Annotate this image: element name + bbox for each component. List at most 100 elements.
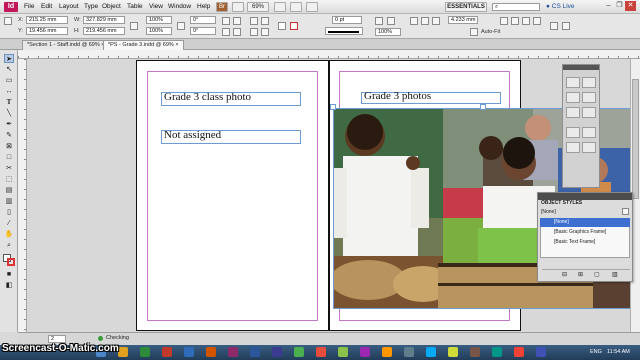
stroke-panel-icon[interactable] bbox=[582, 92, 596, 103]
selection-tool-icon[interactable]: ➤ bbox=[4, 54, 14, 63]
style-item-basic-graphics-frame[interactable]: [Basic Graphics Frame] bbox=[540, 228, 630, 237]
apply-color-icon[interactable]: ■ bbox=[4, 270, 14, 279]
view-options-button[interactable] bbox=[274, 2, 286, 12]
minimize-button[interactable]: – bbox=[603, 1, 614, 11]
rectangle-frame-tool-icon[interactable]: ⊠ bbox=[4, 142, 14, 151]
dock-header[interactable] bbox=[563, 65, 599, 70]
menu-table[interactable]: Table bbox=[127, 3, 143, 10]
normal-mode-icon[interactable]: ◧ bbox=[4, 281, 14, 290]
eyedropper-tool-icon[interactable]: ⁄ bbox=[4, 219, 14, 228]
powerpoint-icon[interactable] bbox=[206, 347, 216, 357]
flip-horizontal-icon[interactable] bbox=[222, 28, 230, 36]
direct-selection-tool-icon[interactable]: ↖ bbox=[4, 65, 14, 74]
scale-lock-icon[interactable] bbox=[177, 22, 185, 30]
color-panel-icon[interactable] bbox=[566, 107, 580, 118]
app-icon-20[interactable] bbox=[536, 347, 546, 357]
scale-y-field[interactable]: 100% bbox=[146, 27, 172, 35]
bridge-button[interactable]: Br bbox=[216, 2, 228, 12]
frame-handle-top[interactable] bbox=[480, 104, 486, 110]
scale-x-field[interactable]: 100% bbox=[146, 16, 172, 24]
height-field[interactable]: 219.456 mm bbox=[83, 27, 125, 35]
acrobat-icon[interactable] bbox=[162, 347, 172, 357]
select-container-icon[interactable] bbox=[250, 17, 258, 25]
word-icon[interactable] bbox=[250, 347, 260, 357]
wrap-bounding-icon[interactable] bbox=[421, 17, 429, 25]
fill-frame-icon[interactable] bbox=[533, 17, 541, 25]
panel-title[interactable]: OBJECT STYLES bbox=[541, 200, 582, 206]
select-previous-icon[interactable] bbox=[250, 28, 258, 36]
app-icon-13[interactable] bbox=[382, 347, 392, 357]
text-frame-class-photo[interactable]: Grade 3 class photo bbox=[161, 91, 301, 106]
menu-layout[interactable]: Layout bbox=[59, 3, 79, 10]
gap-tool-icon[interactable]: ↔ bbox=[4, 87, 14, 96]
vertical-ruler[interactable] bbox=[18, 59, 27, 332]
reference-point-icon[interactable] bbox=[4, 17, 12, 25]
fit-content-frame-icon[interactable] bbox=[500, 17, 508, 25]
restore-button[interactable]: ❐ bbox=[614, 1, 625, 11]
rectangle-tool-icon[interactable]: □ bbox=[4, 153, 14, 162]
outlook-icon[interactable] bbox=[184, 347, 194, 357]
pen-tool-icon[interactable]: ✒ bbox=[4, 120, 14, 129]
align-panel-icon[interactable] bbox=[582, 142, 596, 153]
app-icon-16[interactable] bbox=[448, 347, 458, 357]
horizontal-ruler[interactable] bbox=[18, 50, 640, 59]
close-icon[interactable]: × bbox=[175, 42, 178, 48]
stroke-swatch[interactable] bbox=[290, 22, 298, 30]
line-tool-icon[interactable]: ╲ bbox=[4, 109, 14, 118]
app-icon-11[interactable] bbox=[338, 347, 348, 357]
text-wrap-icon[interactable] bbox=[566, 142, 580, 153]
free-transform-tool-icon[interactable]: ⬚ bbox=[4, 175, 14, 184]
gradient-feather-tool-icon[interactable]: ▥ bbox=[4, 197, 14, 206]
menu-file[interactable]: File bbox=[24, 3, 34, 10]
app-icon-12[interactable] bbox=[360, 347, 370, 357]
effects-icon[interactable] bbox=[375, 17, 383, 25]
autofit-checkbox[interactable] bbox=[470, 28, 478, 36]
quick-apply-icon[interactable] bbox=[550, 22, 558, 30]
rotate-field[interactable]: 0° bbox=[190, 16, 216, 24]
scissors-tool-icon[interactable]: ✂ bbox=[4, 164, 14, 173]
zoom-select[interactable]: 69% bbox=[247, 2, 269, 12]
app-icon-9[interactable] bbox=[294, 347, 304, 357]
delete-style-icon[interactable]: ▥ bbox=[612, 271, 618, 278]
note-tool-icon[interactable]: ▯ bbox=[4, 208, 14, 217]
zoom-tool-icon[interactable]: ⌕ bbox=[4, 241, 14, 250]
frame-handle-top-left[interactable] bbox=[330, 104, 336, 110]
page-number-field[interactable]: 2 bbox=[48, 335, 66, 343]
app-icon-10[interactable] bbox=[316, 347, 326, 357]
width-field[interactable]: 327.829 mm bbox=[83, 16, 125, 24]
language-indicator[interactable]: ENG bbox=[590, 349, 602, 355]
clear-overrides-icon[interactable]: ⊟ bbox=[562, 271, 567, 278]
fill-swatch[interactable] bbox=[278, 22, 286, 30]
scrollbar-thumb[interactable] bbox=[632, 79, 639, 199]
hand-tool-icon[interactable]: ✋ bbox=[4, 230, 14, 239]
menu-object[interactable]: Object bbox=[102, 3, 121, 10]
fit-frame-content-icon[interactable] bbox=[511, 17, 519, 25]
app-icon-15[interactable] bbox=[426, 347, 436, 357]
app-icon-19[interactable] bbox=[514, 347, 524, 357]
select-content-icon[interactable] bbox=[261, 17, 269, 25]
width-measure-field[interactable]: 4.233 mm bbox=[448, 16, 478, 24]
indesign-icon[interactable] bbox=[228, 347, 238, 357]
new-object-style-icon[interactable]: ▢ bbox=[594, 271, 600, 278]
type-tool-icon[interactable]: T bbox=[4, 98, 14, 107]
rotate-cw-icon[interactable] bbox=[222, 17, 230, 25]
tab-ps-grade-3[interactable]: *PS - Grade 3.indd @ 69% × bbox=[103, 40, 184, 50]
excel-icon[interactable] bbox=[140, 347, 150, 357]
text-frame-not-assigned[interactable]: Not assigned bbox=[161, 129, 301, 144]
menu-view[interactable]: View bbox=[149, 3, 163, 10]
constrain-proportions-icon[interactable] bbox=[130, 22, 138, 30]
shear-field[interactable]: 0° bbox=[190, 27, 216, 35]
opacity-field[interactable]: 100% bbox=[375, 28, 401, 36]
style-item-basic-text-frame[interactable]: [Basic Text Frame] bbox=[540, 238, 630, 247]
minibridge-button[interactable] bbox=[232, 2, 244, 12]
drop-shadow-icon[interactable] bbox=[387, 17, 395, 25]
pencil-tool-icon[interactable]: ✎ bbox=[4, 131, 14, 140]
wrap-none-icon[interactable] bbox=[410, 17, 418, 25]
panel-menu-icon[interactable] bbox=[562, 22, 570, 30]
menu-window[interactable]: Window bbox=[168, 3, 191, 10]
menu-edit[interactable]: Edit bbox=[41, 3, 52, 10]
tab-section-1-staff[interactable]: *Section 1 - Staff.indd @ 69% × bbox=[22, 40, 110, 50]
y-position-field[interactable]: 19.456 mm bbox=[26, 27, 68, 35]
app-icon-18[interactable] bbox=[492, 347, 502, 357]
page-tool-icon[interactable]: ▭ bbox=[4, 76, 14, 85]
